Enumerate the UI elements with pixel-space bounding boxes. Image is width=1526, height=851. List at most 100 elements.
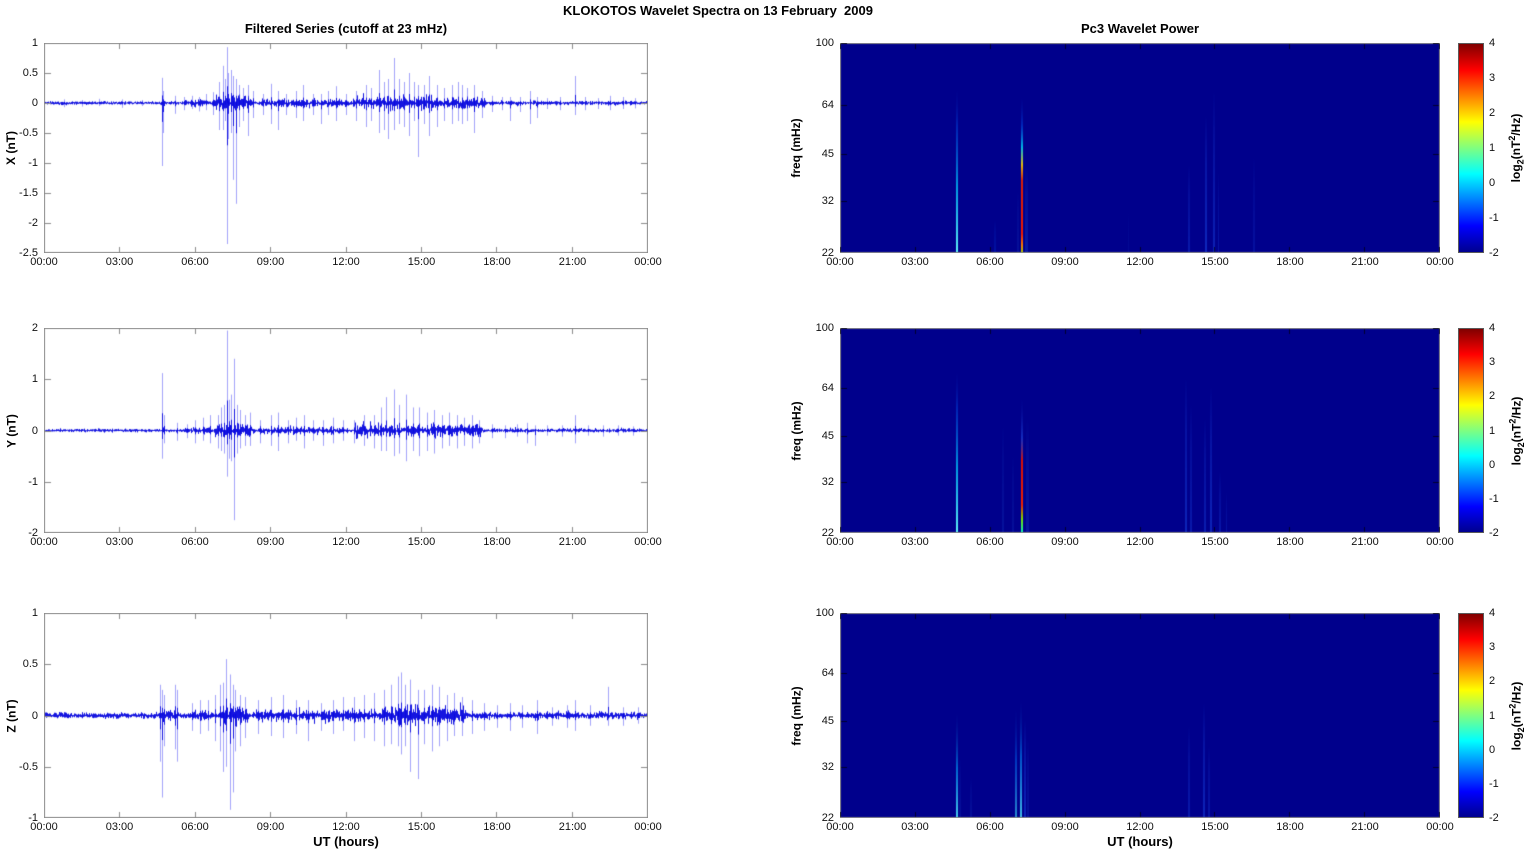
x-tick-label: 00:00 bbox=[1426, 536, 1454, 548]
freq-tick-label: 100 bbox=[815, 322, 834, 334]
x-tick-label: 15:00 bbox=[407, 536, 436, 548]
x-tick-label: 06:00 bbox=[181, 256, 209, 268]
x-tick-label: 06:00 bbox=[181, 821, 209, 833]
x-tick-label: 12:00 bbox=[1126, 821, 1154, 833]
x-tick-label: 15:00 bbox=[407, 256, 436, 268]
x-tick-label: 18:00 bbox=[483, 256, 511, 268]
x-tick-label: 03:00 bbox=[901, 256, 929, 268]
x-tick-label: 18:00 bbox=[1276, 536, 1304, 548]
colorbar-tick-label: 0 bbox=[1489, 743, 1496, 756]
x-tick-label: 09:00 bbox=[256, 536, 285, 548]
x-tick-label: 18:00 bbox=[1276, 256, 1304, 268]
y-tick-label: -0.5 bbox=[19, 127, 38, 139]
x-tick-label: 15:00 bbox=[1201, 821, 1229, 833]
x-tick-label: 21:00 bbox=[1351, 821, 1379, 833]
x-tick-label: 12:00 bbox=[332, 821, 360, 833]
colorbar-tick-label: 2 bbox=[1489, 107, 1496, 119]
x-tick-label: 18:00 bbox=[483, 821, 511, 833]
x-tick-label: 00:00 bbox=[30, 536, 58, 548]
x-tick-label: 00:00 bbox=[634, 256, 662, 268]
x-axis-label-right: UT (hours) bbox=[1107, 834, 1173, 849]
x-tick-label: 03:00 bbox=[901, 821, 929, 833]
timeseries-z-plot bbox=[44, 613, 648, 818]
x-tick-label: 00:00 bbox=[30, 821, 58, 833]
y-tick-label: 1 bbox=[31, 607, 38, 619]
x-tick-label: 18:00 bbox=[483, 536, 511, 548]
colorbar-tick-label: -2 bbox=[1489, 247, 1499, 259]
x-tick-label: 09:00 bbox=[1051, 256, 1079, 268]
y-tick-label: -1 bbox=[28, 157, 38, 169]
x-tick-label: 06:00 bbox=[976, 821, 1004, 833]
colorbar-tick-label: -1 bbox=[1489, 212, 1499, 224]
colorbar bbox=[1458, 328, 1484, 533]
x-tick-label: 12:00 bbox=[1126, 256, 1154, 268]
colorbar-tick-label: 4 bbox=[1489, 322, 1496, 334]
x-tick-label: 00:00 bbox=[826, 256, 854, 268]
x-tick-label: 09:00 bbox=[1051, 821, 1079, 833]
x-tick-label: 00:00 bbox=[1426, 821, 1454, 833]
y-tick-label: 0.5 bbox=[22, 67, 38, 79]
colorbar-tick-label: -2 bbox=[1489, 812, 1499, 824]
x-tick-label: 09:00 bbox=[1051, 536, 1079, 548]
y-tick-label: 0 bbox=[31, 424, 38, 437]
x-tick-label: 21:00 bbox=[558, 821, 587, 833]
figure-title: KLOKOTOS Wavelet Spectra on 13 February … bbox=[563, 3, 873, 18]
y-tick-label: 0.5 bbox=[22, 658, 38, 671]
freq-tick-label: 32 bbox=[821, 476, 834, 489]
x-tick-label: 00:00 bbox=[826, 536, 854, 548]
colorbar-tick-label: 0 bbox=[1489, 458, 1496, 471]
colorbar-tick-label: 0 bbox=[1489, 177, 1496, 189]
y-tick-label: 0 bbox=[31, 709, 38, 722]
x-tick-label: 21:00 bbox=[558, 256, 587, 268]
freq-tick-label: 100 bbox=[815, 37, 834, 49]
timeseries-y-plot bbox=[44, 328, 648, 533]
x-tick-label: 12:00 bbox=[332, 256, 360, 268]
colorbar-tick-label: 1 bbox=[1489, 424, 1496, 437]
x-tick-label: 06:00 bbox=[181, 536, 209, 548]
freq-tick-label: 32 bbox=[821, 195, 834, 208]
y-tick-label: -1 bbox=[28, 475, 38, 488]
timeseries-x-plot bbox=[44, 43, 648, 253]
spectrogram-z-plot bbox=[840, 613, 1440, 818]
x-tick-label: 00:00 bbox=[634, 536, 662, 548]
timeseries-column-title: Filtered Series (cutoff at 23 mHz) bbox=[244, 21, 448, 36]
colorbar-tick-label: 1 bbox=[1489, 142, 1496, 154]
y-tick-label: -0.5 bbox=[19, 760, 38, 773]
x-tick-label: 06:00 bbox=[976, 256, 1004, 268]
x-axis-label-left: UT (hours) bbox=[313, 834, 379, 849]
colorbar-tick-label: 4 bbox=[1489, 607, 1496, 619]
y-tick-label: -2 bbox=[28, 217, 38, 229]
figure: KLOKOTOS Wavelet Spectra on 13 February … bbox=[0, 0, 1526, 851]
x-tick-label: 03:00 bbox=[105, 536, 134, 548]
colorbar-tick-label: -1 bbox=[1489, 492, 1499, 505]
colorbar-tick-label: 4 bbox=[1489, 37, 1496, 49]
spectrogram-column-title: Pc3 Wavelet Power bbox=[1080, 21, 1199, 36]
spectrogram-y-plot bbox=[840, 328, 1440, 533]
x-tick-label: 03:00 bbox=[105, 256, 134, 268]
x-tick-label: 00:00 bbox=[826, 821, 854, 833]
x-tick-label: 06:00 bbox=[976, 536, 1004, 548]
freq-tick-label: 45 bbox=[821, 430, 834, 443]
x-tick-label: 21:00 bbox=[558, 536, 587, 548]
y-tick-label: 1 bbox=[31, 37, 38, 49]
spectrogram-x-plot bbox=[840, 43, 1440, 253]
colorbar-tick-label: -2 bbox=[1489, 527, 1499, 539]
colorbar bbox=[1458, 43, 1484, 253]
x-tick-label: 00:00 bbox=[634, 821, 662, 833]
colorbar-tick-label: 2 bbox=[1489, 390, 1496, 403]
x-tick-label: 21:00 bbox=[1351, 536, 1379, 548]
freq-tick-label: 45 bbox=[821, 147, 834, 160]
colorbar-tick-label: 3 bbox=[1489, 641, 1496, 654]
freq-tick-label: 64 bbox=[821, 667, 834, 680]
freq-tick-label: 64 bbox=[821, 382, 834, 395]
colorbar-tick-label: 2 bbox=[1489, 675, 1496, 688]
x-tick-label: 18:00 bbox=[1276, 821, 1304, 833]
y-tick-label: 2 bbox=[31, 322, 38, 334]
x-tick-label: 00:00 bbox=[1426, 256, 1454, 268]
freq-tick-label: 64 bbox=[821, 98, 834, 111]
colorbar-tick-label: 3 bbox=[1489, 356, 1496, 369]
x-tick-label: 03:00 bbox=[901, 536, 929, 548]
x-tick-label: 03:00 bbox=[105, 821, 134, 833]
x-tick-label: 09:00 bbox=[256, 821, 285, 833]
y-tick-label: 1 bbox=[31, 373, 38, 386]
